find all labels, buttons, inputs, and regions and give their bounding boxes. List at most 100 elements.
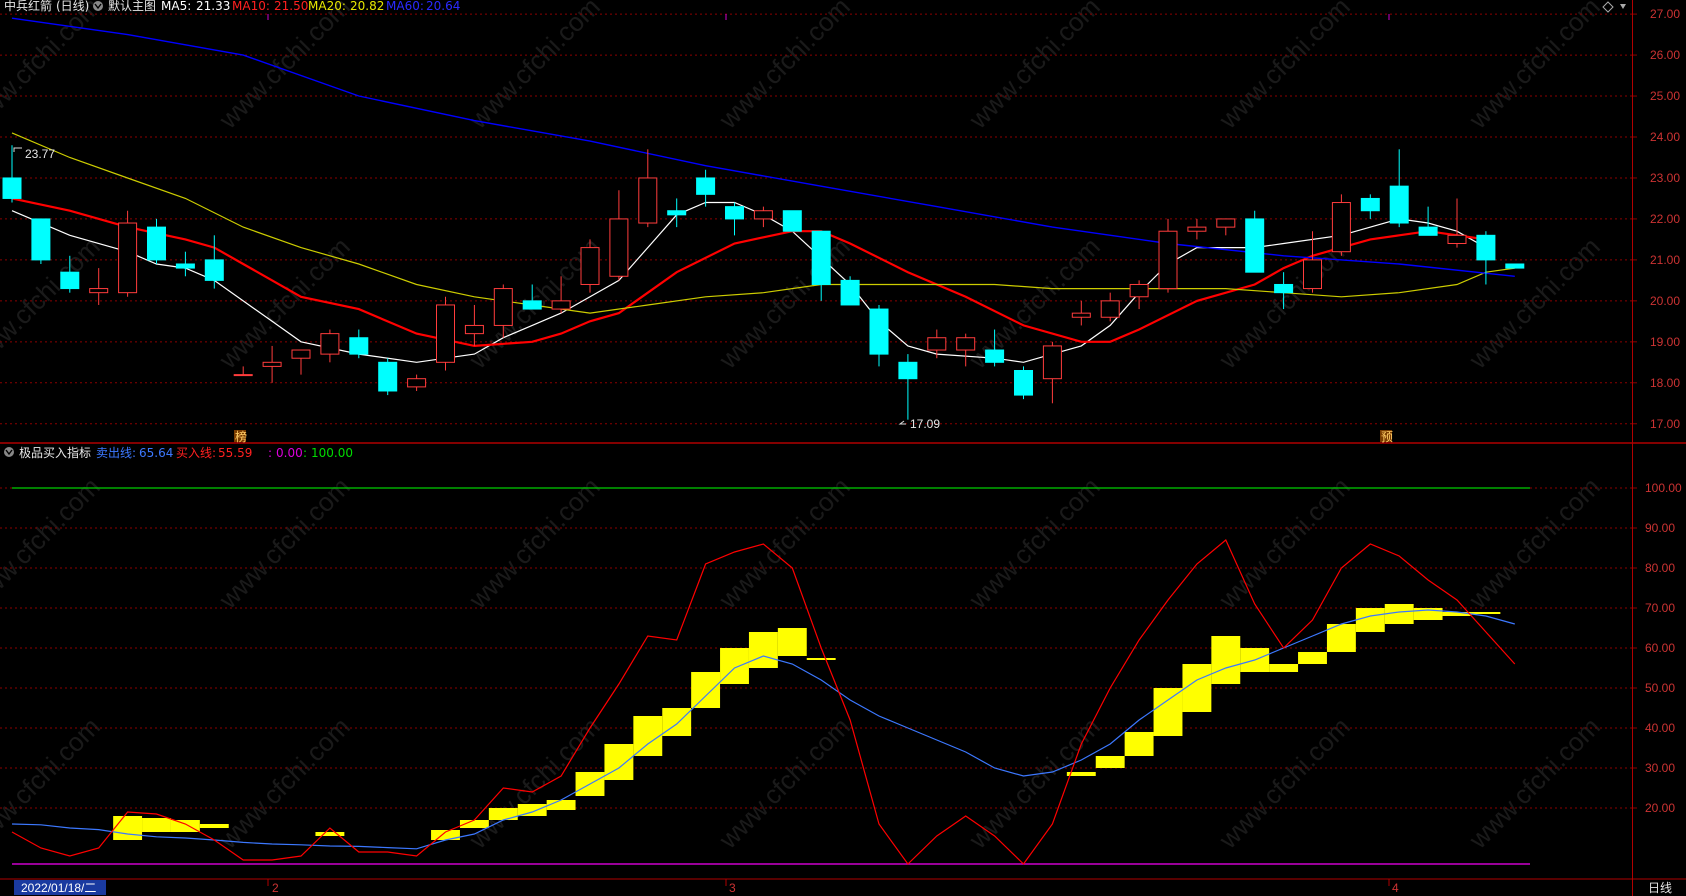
candle-body — [291, 349, 311, 359]
candle-body — [1014, 370, 1033, 396]
ma20-value: 20.82 — [350, 0, 384, 13]
watermark-text: www.cfchi.com — [212, 471, 355, 614]
candle-body — [927, 337, 947, 351]
signal-bar — [604, 744, 634, 780]
watermark-text: www.cfchi.com — [0, 231, 106, 374]
period-button[interactable]: 日线 — [1648, 881, 1672, 895]
collapse-icon[interactable] — [93, 1, 103, 11]
indicator-tick-label: 20.00 — [1645, 801, 1675, 815]
candle-body — [1129, 283, 1149, 298]
signal-bar — [691, 672, 721, 708]
signal-bar — [1355, 608, 1385, 632]
watermark-text: www.cfchi.com — [712, 471, 855, 614]
candle-body — [1158, 230, 1178, 290]
buy-line-label: 买入线: — [176, 446, 216, 460]
low-price-label: 17.09 — [910, 417, 940, 431]
candle-body — [1360, 197, 1380, 212]
watermark-text: www.cfchi.com — [1462, 0, 1605, 135]
candle-body — [1100, 300, 1120, 318]
candle-body — [464, 324, 484, 335]
price-tick-label: 20.00 — [1650, 294, 1680, 308]
watermark-text: www.cfchi.com — [1212, 711, 1355, 854]
signal-bar — [806, 658, 836, 660]
candle-body — [233, 374, 253, 377]
price-tick-label: 22.00 — [1650, 212, 1680, 226]
indicator-collapse-icon[interactable] — [4, 447, 14, 457]
signal-bar — [113, 816, 143, 840]
signal-bar — [777, 628, 807, 656]
candle-body — [320, 333, 340, 355]
candle-body — [580, 247, 600, 285]
ma60-label: MA60: — [386, 0, 424, 13]
signal-bar — [199, 824, 229, 828]
watermark-text: www.cfchi.com — [1462, 711, 1605, 854]
candle-body — [696, 177, 716, 195]
diamond-icon[interactable] — [1602, 1, 1614, 13]
watermark-text: www.cfchi.com — [0, 0, 106, 135]
stock-chart[interactable]: www.cfchi.com www.cfchi.com www.cfchi.com w… — [0, 0, 1686, 896]
watermark-text: www.cfchi.com — [712, 711, 855, 854]
indicator-tick-label: 60.00 — [1645, 641, 1675, 655]
watermark-text: www.cfchi.com — [1212, 471, 1355, 614]
indicator-name[interactable]: 极品买入指标 — [19, 445, 91, 460]
candle-body — [349, 337, 369, 355]
date-cursor-label: 2022/01/18/二 — [21, 881, 96, 895]
price-tick-label: 18.00 — [1650, 376, 1680, 390]
candle-body — [609, 218, 629, 277]
price-tick-label: 26.00 — [1650, 48, 1680, 62]
ma20-label: MA20: — [308, 0, 346, 13]
candle-body — [175, 263, 195, 269]
price-tick-label: 23.00 — [1650, 171, 1680, 185]
candle-body — [1418, 226, 1438, 236]
watermark-text: www.cfchi.com — [1462, 471, 1605, 614]
price-tick-label: 25.00 — [1650, 89, 1680, 103]
candle-body — [782, 210, 802, 232]
period-label: (日线) — [56, 0, 89, 13]
signal-bar — [1095, 756, 1125, 768]
watermark-text: www.cfchi.com — [712, 231, 855, 374]
event-marker-2-label: 预 — [1381, 430, 1393, 444]
candle-body — [378, 361, 398, 392]
watermark-text: www.cfchi.com — [462, 0, 605, 135]
buy-line-value: 55.59 — [218, 446, 252, 460]
main-header: 中兵红箭 (日线) 默认主图 MA5: 21.33 MA10: 21.50 MA… — [4, 0, 460, 13]
candle-body — [1071, 312, 1091, 318]
price-tick-label: 19.00 — [1650, 335, 1680, 349]
indicator-tick-label: 80.00 — [1645, 561, 1675, 575]
candle-body — [898, 361, 918, 380]
indicator-tick-label: 30.00 — [1645, 761, 1675, 775]
template-label[interactable]: 默认主图 — [108, 0, 156, 13]
watermark-text: www.cfchi.com — [962, 471, 1105, 614]
indicator-header: 极品买入指标 卖出线: 65.64 买入线: 55.59 : 0.00 : 10… — [4, 445, 353, 460]
candle-body — [1447, 234, 1467, 245]
watermark-text: www.cfchi.com — [962, 711, 1105, 854]
signal-bar — [748, 632, 778, 668]
ma10-label: MA10: — [232, 0, 270, 13]
watermark-text: www.cfchi.com — [962, 0, 1105, 135]
aux2-label: : — [303, 446, 307, 460]
high-marker-arrow — [13, 147, 22, 152]
ma5-label: MA5: — [161, 0, 191, 13]
watermark-text: www.cfchi.com — [962, 231, 1105, 374]
signal-bar — [1298, 652, 1327, 664]
candle-body — [1187, 226, 1207, 232]
candle-body — [811, 230, 831, 285]
low-marker-arrow — [898, 420, 906, 425]
watermark-layer: www.cfchi.com www.cfchi.com www.cfchi.com w… — [0, 0, 1606, 855]
candle-body — [147, 226, 166, 261]
dropdown-icon[interactable] — [1620, 4, 1626, 9]
indicator-tick-label: 90.00 — [1645, 521, 1675, 535]
candle-body — [262, 361, 282, 367]
signal-bar — [1124, 732, 1154, 756]
watermark-text: www.cfchi.com — [462, 471, 605, 614]
indicator-tick-label: 40.00 — [1645, 721, 1675, 735]
candle-body — [1389, 185, 1409, 224]
aux-label: : — [268, 446, 272, 460]
ma60-value: 20.64 — [426, 0, 460, 13]
time-axis: 2022/01/18/二 2 3 4 日线 — [14, 879, 1672, 895]
candle-body — [493, 288, 513, 326]
candle-body — [2, 177, 22, 199]
signal-bar — [142, 818, 171, 832]
candle-body — [725, 206, 744, 220]
ma5-value: 21.33 — [196, 0, 230, 13]
